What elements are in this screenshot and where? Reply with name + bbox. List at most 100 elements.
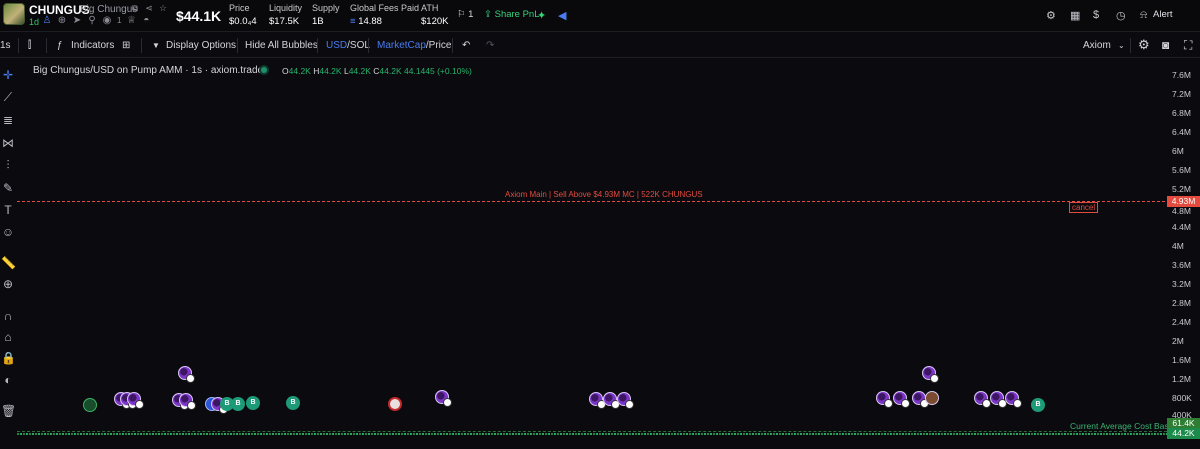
ruler-icon[interactable]: 📏 — [1, 256, 16, 270]
y-tick: 7.6M — [1172, 70, 1191, 80]
trade-bubble[interactable] — [893, 391, 910, 408]
token-avatar[interactable] — [3, 3, 25, 25]
share-icon[interactable]: ⋖ — [144, 3, 154, 13]
grid-icon[interactable]: ▦ — [1070, 9, 1080, 22]
trade-bubble[interactable] — [1005, 391, 1022, 408]
ohlc-values: O44.2K H44.2K L44.2K C44.2K 44.1445 (+0.… — [282, 66, 472, 76]
trade-bubble[interactable] — [974, 391, 991, 408]
divider — [368, 38, 369, 53]
display-options-button[interactable]: Display Options — [166, 40, 236, 51]
crosshair-icon[interactable]: ✛ — [1, 68, 15, 82]
trade-bubble[interactable] — [617, 392, 634, 409]
chart-settings-icon[interactable]: ⚙ — [1138, 37, 1150, 53]
usd-option[interactable]: USD — [326, 40, 347, 51]
eye-toggle-icon[interactable]: ◐ — [1, 373, 15, 387]
emoji-icon[interactable]: ☺ — [1, 225, 15, 239]
star-icon[interactable]: ☆ — [158, 3, 168, 13]
y-tick: 6M — [1172, 146, 1184, 156]
undo-icon[interactable]: ↶ — [462, 40, 470, 51]
share-pnl-label: Share PnL — [494, 9, 540, 20]
interval-selector[interactable]: 1s — [0, 40, 11, 51]
prediction-icon[interactable]: ⫶ — [1, 158, 15, 172]
limit-order-line[interactable] — [17, 201, 1165, 202]
pin-icon[interactable]: ✦ — [537, 9, 546, 22]
marketcap-option[interactable]: MarketCap — [377, 40, 426, 51]
market-cap-price: $44.1K — [176, 8, 222, 24]
trade-bubble[interactable] — [179, 393, 196, 410]
stat-value: ≡ 14.88 — [350, 16, 419, 27]
trade-bubble[interactable] — [388, 397, 402, 411]
magnet-icon[interactable]: ∩ — [1, 309, 15, 323]
cancel-order-button[interactable]: cancel — [1069, 202, 1099, 213]
divider — [141, 38, 142, 53]
eye-icon[interactable]: ◉ — [102, 16, 112, 26]
buy-bubble[interactable]: B — [1031, 398, 1045, 412]
sol-option[interactable]: /SOL — [347, 40, 370, 51]
trade-bubble[interactable] — [912, 391, 929, 408]
copy-icon[interactable]: ⧉ — [130, 3, 140, 13]
lock-draw-icon[interactable]: ⌂ — [1, 330, 15, 344]
trade-bubble[interactable] — [83, 398, 97, 412]
buy-bubble[interactable]: B — [231, 397, 245, 411]
hide-bubbles-button[interactable]: Hide All Bubbles — [245, 40, 318, 51]
settings-icon[interactable]: ⚙ — [1046, 9, 1056, 22]
watchlist-button[interactable]: ⚐ 1 — [457, 9, 473, 20]
currency-toggle[interactable]: USD/SOL — [326, 40, 370, 51]
brush-icon[interactable]: ✎ — [1, 181, 15, 195]
camera-icon[interactable]: ◙ — [1162, 38, 1169, 52]
order-price-badge: 4.93M — [1167, 196, 1200, 207]
indicators-icon[interactable]: ƒ — [57, 40, 63, 51]
globe-icon[interactable]: ⊕ — [57, 16, 67, 26]
user-icon[interactable]: ♙ — [42, 16, 52, 26]
candle-style-icon[interactable]: ⫿ — [28, 40, 31, 51]
telegram-icon[interactable]: ➤ — [72, 16, 82, 26]
buy-bubble[interactable]: B — [286, 396, 300, 410]
fullscreen-icon[interactable]: ⛶ — [1184, 38, 1192, 53]
trade-bubble[interactable] — [127, 392, 144, 409]
price-option[interactable]: /Price — [426, 40, 452, 51]
bell-icon[interactable]: ⍾ — [1140, 9, 1147, 22]
y-tick: 1.2M — [1172, 374, 1191, 384]
share-pnl-button[interactable]: ⇪ Share PnL — [484, 9, 540, 20]
trade-bubble[interactable] — [990, 391, 1007, 408]
source-selector[interactable]: Axiom — [1083, 40, 1111, 51]
trash-icon[interactable]: 🗑 — [1, 404, 16, 418]
lock-icon[interactable]: 🔒 — [1, 351, 16, 365]
pump-icon[interactable]: ◓ — [141, 16, 151, 26]
search-icon[interactable]: ⚲ — [87, 16, 97, 26]
price-series — [17, 433, 1167, 435]
zoom-icon[interactable]: ⊕ — [1, 277, 15, 291]
trade-bubble[interactable] — [876, 391, 893, 408]
caret-down-icon[interactable]: ▼ — [152, 41, 160, 50]
megaphone-icon[interactable]: ◀ — [558, 9, 566, 22]
meta-icons: ♙ ⊕ ➤ ⚲ ◉ 1 ♕ ◓ — [42, 16, 151, 26]
trade-bubble[interactable] — [435, 390, 452, 407]
fib-icon[interactable]: ≣ — [1, 113, 15, 127]
dollar-icon[interactable]: $ — [1093, 9, 1099, 21]
clock-icon[interactable]: ◷ — [1116, 9, 1126, 22]
trade-bubble[interactable] — [178, 366, 195, 383]
metric-toggle[interactable]: MarketCap/Price — [377, 40, 451, 51]
text-icon[interactable]: T — [1, 203, 15, 217]
pattern-icon[interactable]: ⋈ — [1, 136, 15, 150]
trade-bubble[interactable] — [922, 366, 939, 383]
y-tick: 4M — [1172, 241, 1184, 251]
y-tick: 2.4M — [1172, 317, 1191, 327]
redo-icon[interactable]: ↷ — [486, 40, 494, 51]
live-status-icon — [261, 67, 267, 73]
indicators-button[interactable]: Indicators — [71, 40, 114, 51]
stat-label: Supply — [312, 3, 340, 13]
trade-bubble[interactable] — [589, 392, 606, 409]
open-label: O — [282, 66, 289, 76]
y-tick: 2.8M — [1172, 298, 1191, 308]
buy-bubble[interactable]: B — [246, 396, 260, 410]
y-tick: 2M — [1172, 336, 1184, 346]
chef-hat-icon[interactable]: ♕ — [126, 16, 136, 26]
chevron-down-icon[interactable]: ⌄ — [1118, 41, 1125, 50]
divider — [46, 38, 47, 53]
trade-bubble[interactable] — [603, 392, 620, 409]
alert-button[interactable]: Alert — [1153, 9, 1173, 20]
trendline-icon[interactable]: ⟋ — [1, 90, 15, 104]
layout-icon[interactable]: ⊞ — [122, 40, 130, 51]
trade-bubble[interactable] — [925, 391, 939, 405]
